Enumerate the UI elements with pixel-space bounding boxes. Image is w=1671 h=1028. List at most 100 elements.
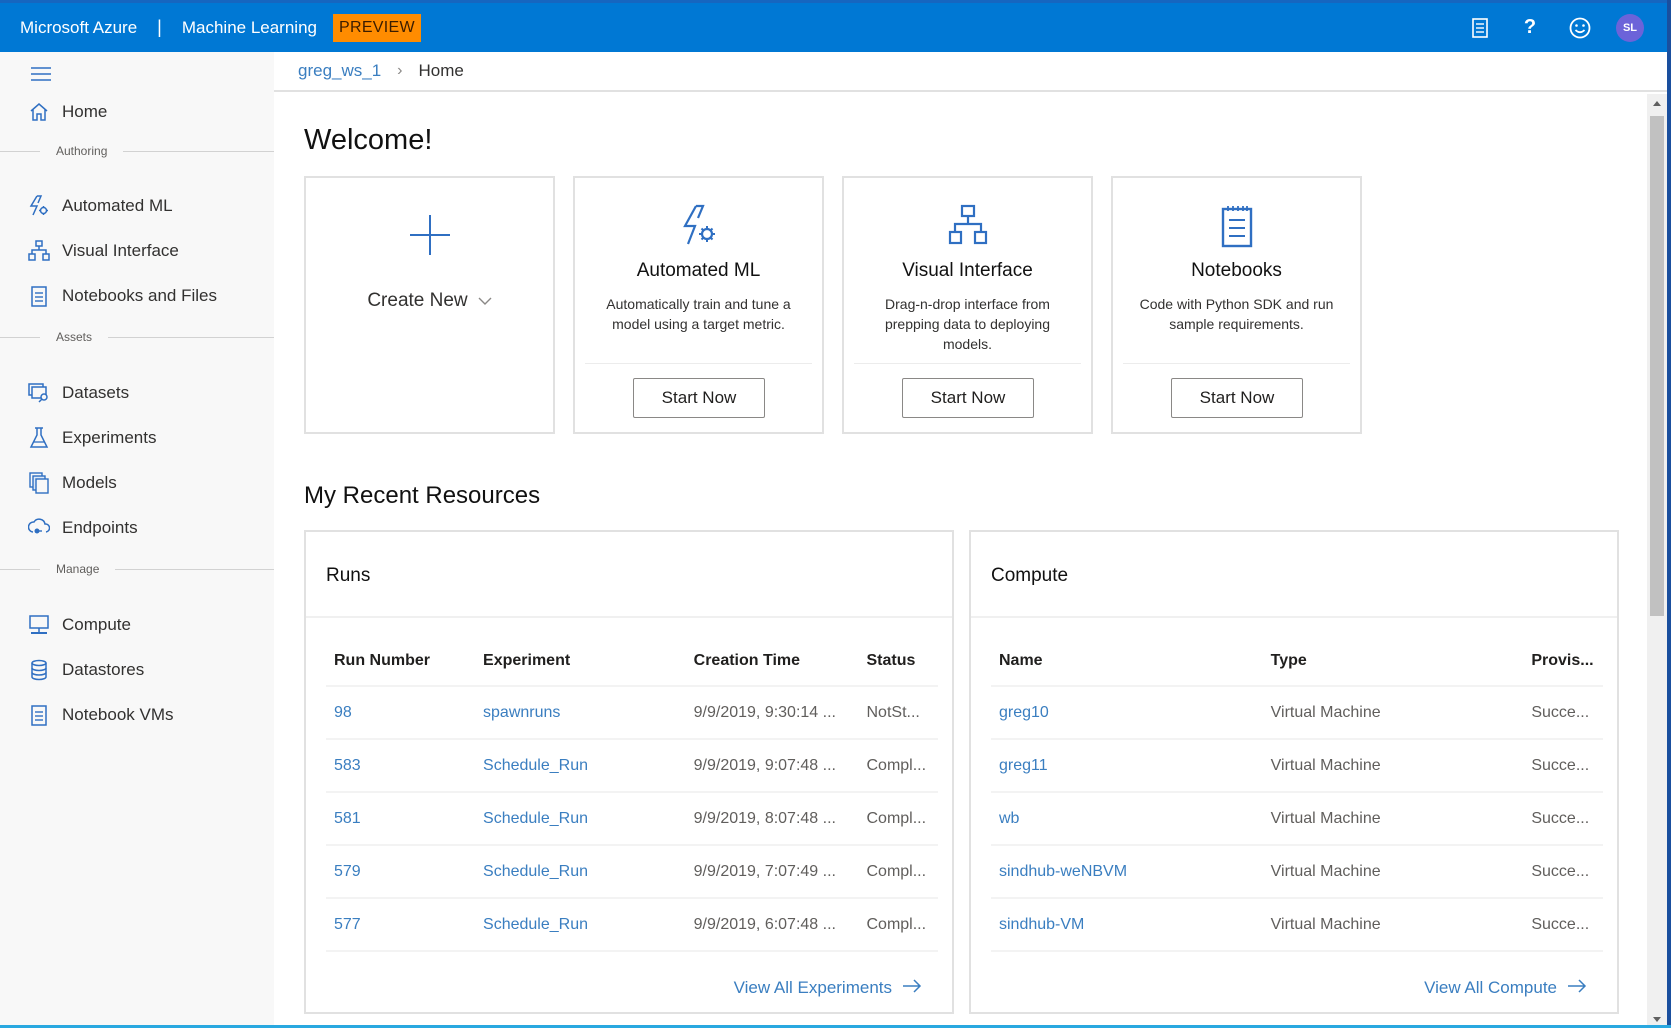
automated-ml-card: Automated ML Automatically train and tun… — [573, 176, 824, 434]
creation-time: 9/9/2019, 9:30:14 ... — [693, 703, 836, 721]
run-number-link[interactable]: 98 — [326, 704, 475, 722]
table-row: wb Virtual Machine Succe... — [991, 793, 1603, 846]
run-number-link[interactable]: 579 — [326, 863, 475, 881]
experiment-link[interactable]: Schedule_Run — [475, 810, 686, 828]
avatar[interactable]: SL — [1616, 13, 1644, 42]
sidebar-item-endpoints[interactable]: Endpoints — [0, 508, 274, 548]
sidebar-item-datasets[interactable]: Datasets — [0, 373, 274, 413]
compute-panel: Compute Name Type Provis... greg10 Virtu… — [969, 530, 1619, 1014]
card-title: Automated ML — [636, 260, 761, 281]
experiment-link[interactable]: Schedule_Run — [475, 863, 686, 881]
sidebar-item-label: Datasets — [62, 383, 130, 402]
visual-interface-icon — [27, 239, 51, 263]
sidebar-item-compute[interactable]: Compute — [0, 605, 274, 645]
column-header[interactable]: Experiment — [475, 652, 686, 670]
automated-ml-start-button[interactable]: Start Now — [633, 378, 765, 418]
sidebar-item-datastores[interactable]: Datastores — [0, 650, 274, 690]
create-new-dropdown[interactable]: Create New — [306, 290, 553, 312]
help-icon[interactable]: ? — [1505, 2, 1555, 54]
section-assets: Assets — [0, 330, 274, 344]
compute-type: Virtual Machine — [1270, 809, 1381, 827]
section-label: Authoring — [56, 144, 108, 158]
product-name[interactable]: Machine Learning — [182, 18, 317, 38]
sidebar-item-label: Models — [62, 473, 117, 492]
flask-icon — [27, 426, 51, 450]
run-number-link[interactable]: 577 — [326, 916, 475, 934]
divider — [0, 150, 40, 152]
section-label: Manage — [56, 562, 100, 576]
experiment-link[interactable]: Schedule_Run — [475, 916, 686, 934]
automated-ml-icon — [27, 194, 51, 218]
preview-badge: PREVIEW — [333, 13, 421, 42]
table-header: Name Type Provis... — [991, 636, 1603, 687]
sidebar-item-visual-interface[interactable]: Visual Interface — [0, 231, 274, 271]
sidebar-item-models[interactable]: Models — [0, 463, 274, 503]
plus-icon — [306, 214, 553, 256]
column-header[interactable]: Provis... — [1523, 652, 1603, 670]
compute-name-link[interactable]: sindhub-weNBVM — [991, 863, 1263, 881]
divider — [306, 616, 952, 618]
vertical-scrollbar[interactable] — [1647, 94, 1667, 1028]
visual-interface-start-button[interactable]: Start Now — [902, 378, 1034, 418]
endpoints-icon — [27, 516, 51, 540]
automated-ml-icon — [575, 204, 822, 250]
scrollbar-thumb[interactable] — [1650, 116, 1664, 616]
divider — [585, 363, 812, 364]
brand-link[interactable]: Microsoft Azure — [20, 18, 137, 38]
table-row: greg11 Virtual Machine Succe... — [991, 740, 1603, 793]
notebooks-start-button[interactable]: Start Now — [1171, 378, 1303, 418]
sidebar-item-automated-ml[interactable]: Automated ML — [0, 186, 274, 226]
run-number-link[interactable]: 581 — [326, 810, 475, 828]
chevron-down-icon — [478, 290, 492, 312]
runs-panel: Runs Run Number Experiment Creation Time… — [304, 530, 954, 1014]
experiment-link[interactable]: Schedule_Run — [475, 757, 686, 775]
column-header[interactable]: Run Number — [326, 652, 475, 670]
compute-name-link[interactable]: wb — [991, 810, 1263, 828]
compute-name-link[interactable]: greg10 — [991, 704, 1263, 722]
visual-interface-card: Visual Interface Drag-n-drop interface f… — [842, 176, 1093, 434]
sidebar-item-label: Experiments — [62, 428, 157, 447]
brand-separator: | — [157, 17, 162, 37]
datasets-icon — [27, 381, 51, 405]
status: Compl... — [866, 862, 927, 880]
column-header[interactable]: Creation Time — [686, 652, 859, 670]
column-header[interactable]: Name — [991, 652, 1263, 670]
breadcrumb-current: Home — [418, 61, 464, 80]
compute-name-link[interactable]: sindhub-VM — [991, 916, 1263, 934]
runs-table: Run Number Experiment Creation Time Stat… — [326, 636, 938, 952]
monitor-icon — [27, 613, 51, 637]
sidebar-item-label: Visual Interface — [62, 241, 179, 260]
provisioning-state: Succe... — [1531, 809, 1590, 827]
sidebar-item-notebook-vms[interactable]: Notebook VMs — [0, 695, 274, 735]
sidebar-item-label: Endpoints — [62, 518, 138, 537]
feedback-list-icon[interactable] — [1455, 2, 1505, 54]
column-header[interactable]: Type — [1263, 652, 1524, 670]
create-new-card[interactable]: Create New — [304, 176, 555, 434]
view-all-compute-link[interactable]: View All Compute — [1424, 978, 1587, 998]
smiley-icon[interactable] — [1555, 2, 1605, 54]
hamburger-menu-icon[interactable] — [30, 66, 52, 82]
breadcrumb-workspace-link[interactable]: greg_ws_1 — [298, 61, 381, 81]
divider — [123, 150, 274, 152]
sidebar-item-label: Notebook VMs — [62, 705, 174, 724]
column-header[interactable]: Status — [859, 652, 939, 670]
window-border — [1667, 0, 1671, 1028]
run-number-link[interactable]: 583 — [326, 757, 475, 775]
models-icon — [27, 471, 51, 495]
compute-type: Virtual Machine — [1270, 915, 1381, 933]
database-icon — [27, 658, 51, 682]
view-all-experiments-link[interactable]: View All Experiments — [734, 978, 922, 998]
table-row: sindhub-VM Virtual Machine Succe... — [991, 899, 1603, 952]
divider — [0, 336, 40, 338]
section-authoring: Authoring — [0, 144, 274, 158]
sidebar-item-home[interactable]: Home — [0, 92, 274, 132]
section-manage: Manage — [0, 562, 274, 576]
scroll-up-arrow-icon[interactable] — [1647, 94, 1667, 112]
compute-type: Virtual Machine — [1270, 703, 1381, 721]
experiment-link[interactable]: spawnruns — [475, 704, 686, 722]
sidebar-item-experiments[interactable]: Experiments — [0, 418, 274, 458]
sidebar-item-notebooks-and-files[interactable]: Notebooks and Files — [0, 276, 274, 316]
table-row: 583 Schedule_Run 9/9/2019, 9:07:48 ... C… — [326, 740, 938, 793]
user-menu[interactable]: SL — [1605, 2, 1655, 54]
compute-name-link[interactable]: greg11 — [991, 757, 1263, 775]
